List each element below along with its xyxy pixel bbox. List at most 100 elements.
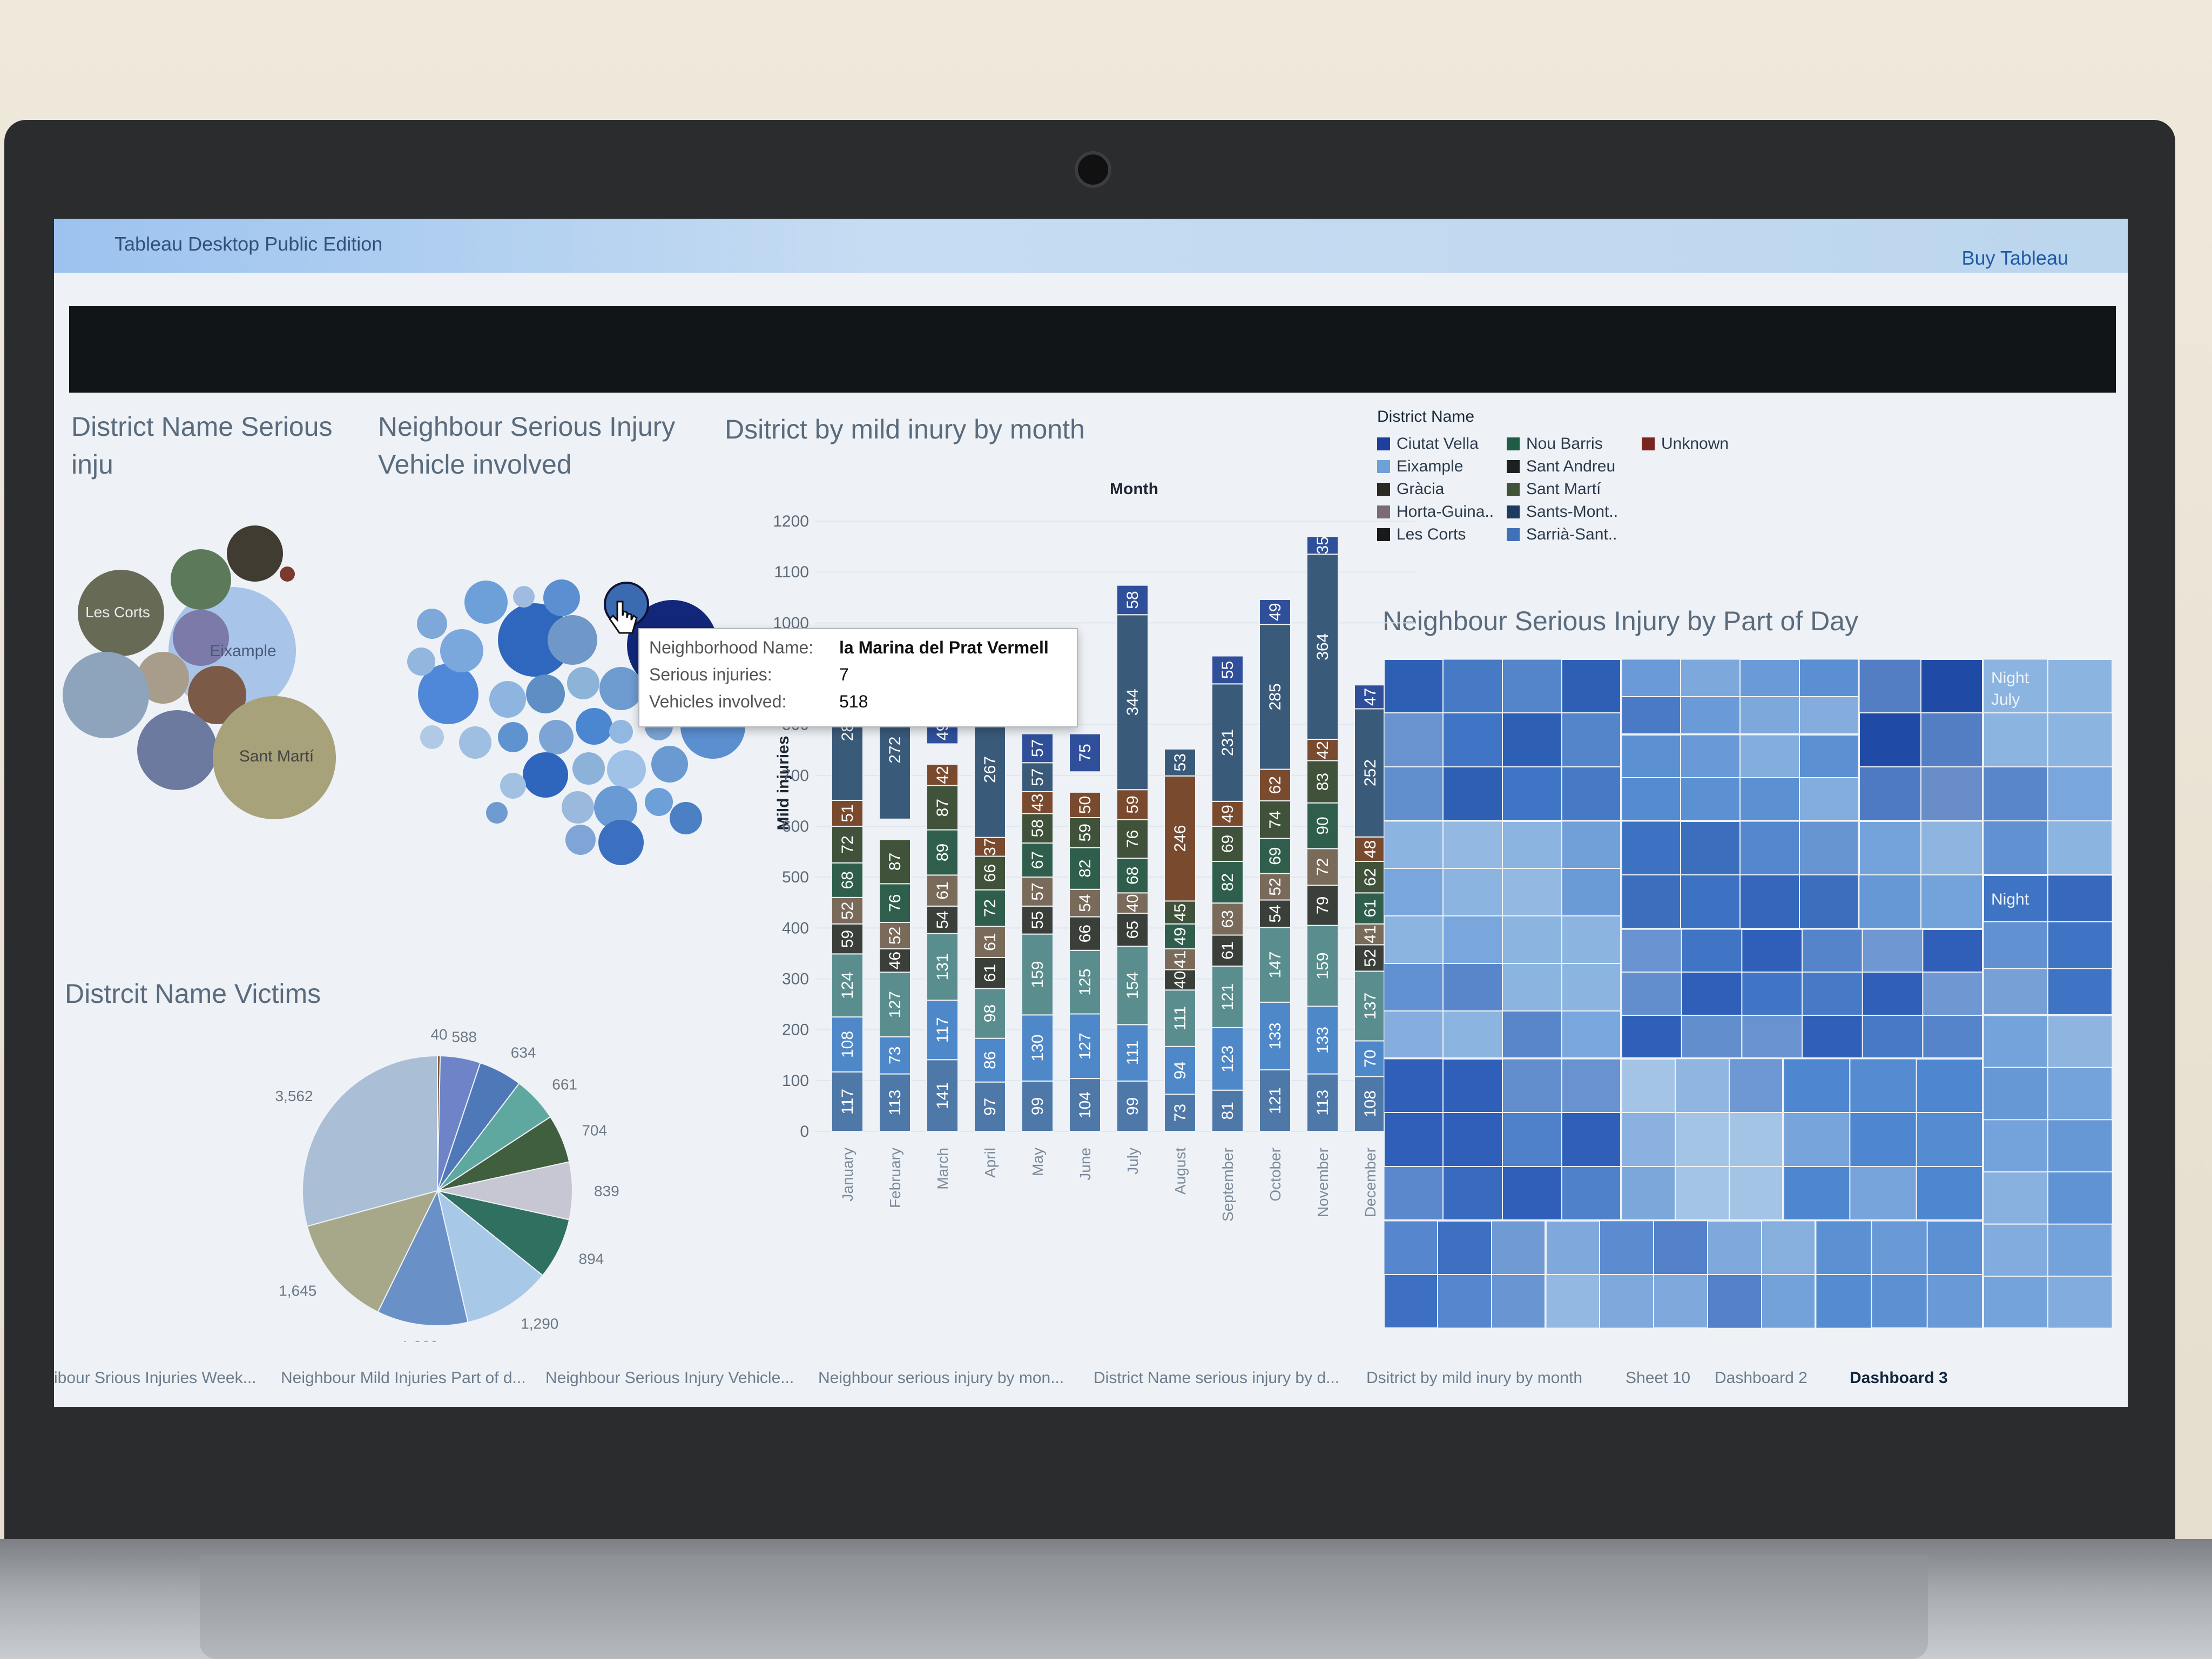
tab-sheet[interactable]: District Name serious injury by d... — [1094, 1369, 1339, 1387]
treemap-subcell[interactable] — [1799, 696, 1859, 735]
treemap-subcell[interactable] — [1621, 820, 1681, 875]
bubble[interactable] — [227, 525, 283, 582]
bubble[interactable] — [609, 720, 633, 744]
treemap-subcell[interactable] — [1491, 1220, 1546, 1275]
tab-sheet[interactable]: Neighbour serious injury by mon... — [818, 1369, 1064, 1387]
bubble[interactable] — [607, 750, 646, 789]
legend-item[interactable]: Sants-Mont.. — [1507, 503, 1618, 521]
bubble[interactable] — [459, 726, 491, 759]
treemap-subcell[interactable] — [1653, 1220, 1708, 1275]
treemap-subcell[interactable] — [1384, 820, 1444, 869]
treemap-subcell[interactable] — [1502, 868, 1562, 916]
treemap-subcell[interactable] — [1442, 915, 1503, 964]
bubble[interactable] — [464, 581, 508, 624]
bubble[interactable] — [280, 567, 295, 582]
legend-item[interactable]: Eixample — [1377, 457, 1463, 476]
treemap-subcell[interactable] — [1982, 1015, 2048, 1068]
treemap-subcell[interactable] — [1621, 696, 1681, 735]
treemap-subcell[interactable] — [1729, 1166, 1784, 1221]
treemap-subcell[interactable] — [1561, 820, 1622, 869]
legend-item[interactable]: Les Corts — [1377, 525, 1466, 544]
treemap-subcell[interactable] — [1858, 766, 1921, 821]
treemap-subcell[interactable] — [1384, 1058, 1444, 1113]
bubble[interactable] — [670, 802, 702, 834]
treemap-subcell[interactable] — [1621, 928, 1682, 973]
treemap-subcell[interactable] — [1502, 659, 1562, 713]
treemap-subcell[interactable] — [1384, 766, 1444, 821]
treemap-subcell[interactable] — [2047, 1171, 2113, 1225]
tab-dashboard[interactable]: Dashboard 2 — [1715, 1369, 1808, 1387]
tab-sheet[interactable]: Neighbour Serious Injury Vehicle... — [545, 1369, 794, 1387]
treemap-subcell[interactable] — [1491, 1274, 1546, 1328]
bubble[interactable] — [486, 802, 508, 824]
treemap-subcell[interactable] — [1621, 777, 1681, 821]
bubble[interactable] — [565, 825, 596, 855]
bubble[interactable] — [645, 788, 673, 816]
bubble[interactable] — [539, 720, 574, 754]
treemap-subcell[interactable] — [1502, 915, 1562, 964]
bubble[interactable] — [598, 820, 644, 865]
treemap-subcell[interactable] — [1621, 1112, 1676, 1167]
tab-sheet[interactable]: ibour Srious Injuries Week... — [54, 1369, 257, 1387]
treemap-subcell[interactable] — [1442, 963, 1503, 1011]
treemap-subcell[interactable] — [1545, 1274, 1600, 1328]
mild-injury-bar-chart[interactable]: MonthMild injuries0100200300400500600700… — [713, 456, 1426, 1353]
bubble[interactable] — [137, 710, 217, 790]
treemap-subcell[interactable] — [1561, 963, 1622, 1011]
treemap-subcell[interactable] — [1739, 874, 1800, 929]
treemap-subcell[interactable] — [1739, 734, 1800, 778]
treemap-subcell[interactable] — [1858, 874, 1921, 929]
treemap-subcell[interactable] — [1982, 921, 2048, 969]
legend-item[interactable]: Sant Andreu — [1507, 457, 1615, 476]
tab-sheet[interactable]: Sheet 10 — [1626, 1369, 1690, 1387]
treemap-subcell[interactable] — [1920, 712, 1984, 767]
legend-item[interactable]: Sarrià-Sant.. — [1507, 525, 1617, 544]
treemap-subcell[interactable] — [1561, 766, 1622, 821]
treemap-subcell[interactable] — [1561, 1058, 1622, 1113]
treemap-subcell[interactable] — [1922, 1015, 1984, 1059]
treemap-subcell[interactable] — [2047, 1015, 2113, 1068]
treemap-subcell[interactable] — [1707, 1274, 1762, 1328]
treemap-subcell[interactable] — [1729, 1058, 1784, 1113]
treemap-subcell[interactable] — [1680, 659, 1741, 697]
bubble[interactable] — [513, 586, 535, 608]
treemap-subcell[interactable] — [1384, 1220, 1438, 1275]
bubble[interactable] — [498, 722, 528, 752]
treemap-subcell[interactable] — [2047, 1276, 2113, 1328]
treemap-subcell[interactable] — [1916, 1112, 1984, 1167]
treemap-subcell[interactable] — [2047, 1119, 2113, 1172]
treemap-subcell[interactable] — [1675, 1058, 1730, 1113]
legend-item[interactable]: Ciutat Vella — [1377, 435, 1479, 453]
legend-item[interactable]: Horta-Guina.. — [1377, 503, 1494, 521]
buy-tableau-link[interactable]: Buy Tableau — [1962, 247, 2069, 269]
legend-item[interactable]: Gràcia — [1377, 480, 1444, 498]
treemap-subcell[interactable] — [1926, 1274, 1984, 1328]
bubble[interactable] — [567, 667, 599, 699]
tab-dashboard-active[interactable]: Dashboard 3 — [1850, 1369, 1948, 1387]
treemap-subcell[interactable] — [1502, 1010, 1562, 1059]
bubble[interactable] — [407, 648, 435, 676]
treemap-subcell[interactable] — [1799, 659, 1859, 697]
treemap-subcell[interactable] — [1849, 1166, 1917, 1221]
bubble[interactable] — [576, 708, 612, 745]
treemap-subcell[interactable] — [1922, 972, 1984, 1016]
treemap-subcell[interactable] — [1442, 659, 1503, 713]
bubble[interactable] — [440, 629, 483, 672]
treemap-subcell[interactable] — [1442, 820, 1503, 869]
treemap-subcell[interactable] — [1920, 820, 1984, 875]
treemap-subcell[interactable] — [1802, 972, 1863, 1016]
treemap-subcell[interactable] — [1920, 874, 1984, 929]
tab-sheet[interactable]: Neighbour Mild Injuries Part of d... — [281, 1369, 526, 1387]
treemap-subcell[interactable] — [1681, 1015, 1743, 1059]
treemap-subcell[interactable] — [1384, 1166, 1444, 1221]
treemap-subcell[interactable] — [2047, 712, 2113, 767]
treemap-subcell[interactable] — [1739, 820, 1800, 875]
treemap-subcell[interactable] — [1739, 696, 1800, 735]
district-bubble-chart[interactable]: Les Corts Eixample Sant Martí — [54, 521, 378, 899]
bubble[interactable] — [500, 773, 526, 799]
treemap-subcell[interactable] — [1741, 1015, 1803, 1059]
treemap-subcell[interactable] — [1384, 868, 1444, 916]
treemap-subcell[interactable] — [1502, 1058, 1562, 1113]
treemap-subcell[interactable] — [1982, 1223, 2048, 1277]
treemap-subcell[interactable] — [2047, 874, 2113, 922]
